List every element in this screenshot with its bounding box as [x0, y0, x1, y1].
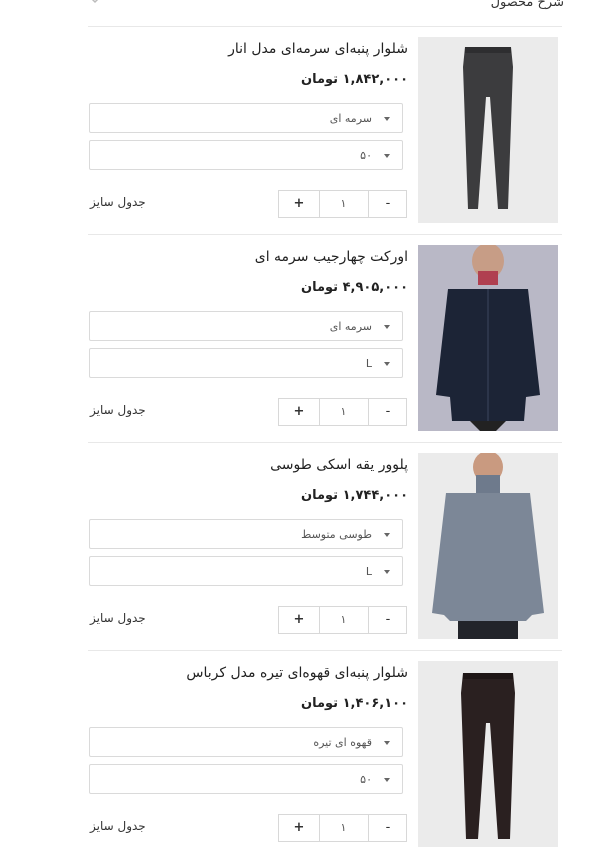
- chevron-down-icon: [384, 570, 390, 574]
- increase-quantity-button[interactable]: +: [279, 815, 320, 841]
- quantity-stepper: + ۱ -: [278, 398, 407, 426]
- cart-item: شلوار پنبه‌ای قهوه‌ای تیره مدل کرباس ۱,۴…: [88, 650, 562, 859]
- quantity-stepper: + ۱ -: [278, 814, 407, 842]
- chevron-down-icon: [384, 154, 390, 158]
- product-image[interactable]: [418, 37, 558, 223]
- product-image[interactable]: [418, 453, 558, 639]
- size-select-value: ۵۰: [360, 773, 372, 786]
- product-name[interactable]: پلوور یقه اسکی طوسی: [270, 457, 408, 473]
- product-image[interactable]: [418, 661, 558, 847]
- size-select[interactable]: ۵۰: [89, 140, 403, 170]
- sweater-icon: [432, 453, 544, 639]
- size-chart-link[interactable]: جدول سایز: [90, 195, 146, 209]
- decrease-quantity-button[interactable]: -: [368, 815, 408, 841]
- color-select[interactable]: قهوه ای تیره: [89, 727, 403, 757]
- chevron-down-icon: [384, 325, 390, 329]
- decrease-quantity-button[interactable]: -: [368, 191, 408, 217]
- increase-quantity-button[interactable]: +: [279, 607, 320, 633]
- color-select[interactable]: طوسی متوسط: [89, 519, 403, 549]
- cart-item: شلوار پنبه‌ای سرمه‌ای مدل انار ۱,۸۴۲,۰۰۰…: [88, 26, 562, 235]
- pants-icon: [461, 673, 515, 839]
- size-select-value: ۵۰: [360, 149, 372, 162]
- quantity-stepper: + ۱ -: [278, 190, 407, 218]
- size-chart-link[interactable]: جدول سایز: [90, 403, 146, 417]
- product-name[interactable]: شلوار پنبه‌ای سرمه‌ای مدل انار: [228, 41, 408, 57]
- chevron-down-icon: [384, 533, 390, 537]
- product-image[interactable]: [418, 245, 558, 431]
- jacket-icon: [436, 245, 540, 431]
- color-select-value: سرمه ای: [329, 112, 372, 125]
- size-select-value: L: [365, 565, 372, 578]
- decrease-quantity-button[interactable]: -: [368, 399, 408, 425]
- size-chart-link[interactable]: جدول سایز: [90, 611, 146, 625]
- size-select[interactable]: L: [89, 556, 403, 586]
- chevron-down-icon: [384, 741, 390, 745]
- product-name[interactable]: اورکت چهارجیب سرمه ای: [255, 249, 408, 265]
- product-price: ۱,۸۴۲,۰۰۰ تومان: [300, 72, 408, 87]
- decrease-quantity-button[interactable]: -: [368, 607, 408, 633]
- pants-icon: [463, 47, 513, 209]
- header-bar: شرح محصول: [0, 0, 590, 22]
- size-chart-link[interactable]: جدول سایز: [90, 819, 146, 833]
- chevron-down-icon: [384, 117, 390, 121]
- quantity-value[interactable]: ۱: [319, 191, 369, 217]
- size-select[interactable]: L: [89, 348, 403, 378]
- quantity-stepper: + ۱ -: [278, 606, 407, 634]
- product-price: ۱,۴۰۶,۱۰۰ تومان: [300, 696, 408, 711]
- chevron-down-icon[interactable]: [90, 0, 100, 6]
- increase-quantity-button[interactable]: +: [279, 399, 320, 425]
- color-select-value: قهوه ای تیره: [313, 736, 372, 749]
- color-select-value: طوسی متوسط: [301, 528, 372, 541]
- color-select[interactable]: سرمه ای: [89, 311, 403, 341]
- product-price: ۴,۹۰۵,۰۰۰ تومان: [300, 280, 408, 295]
- cart-item: پلوور یقه اسکی طوسی ۱,۷۴۴,۰۰۰ تومان طوسی…: [88, 442, 562, 651]
- color-select-value: سرمه ای: [329, 320, 372, 333]
- quantity-value[interactable]: ۱: [319, 607, 369, 633]
- quantity-value[interactable]: ۱: [319, 399, 369, 425]
- size-select-value: L: [365, 357, 372, 370]
- color-select[interactable]: سرمه ای: [89, 103, 403, 133]
- product-price: ۱,۷۴۴,۰۰۰ تومان: [300, 488, 408, 503]
- increase-quantity-button[interactable]: +: [279, 191, 320, 217]
- chevron-down-icon: [384, 362, 390, 366]
- size-select[interactable]: ۵۰: [89, 764, 403, 794]
- cart-item: اورکت چهارجیب سرمه ای ۴,۹۰۵,۰۰۰ تومان سر…: [88, 234, 562, 443]
- chevron-down-icon: [384, 778, 390, 782]
- page-title: شرح محصول: [490, 0, 564, 10]
- quantity-value[interactable]: ۱: [319, 815, 369, 841]
- product-name[interactable]: شلوار پنبه‌ای قهوه‌ای تیره مدل کرباس: [186, 665, 408, 681]
